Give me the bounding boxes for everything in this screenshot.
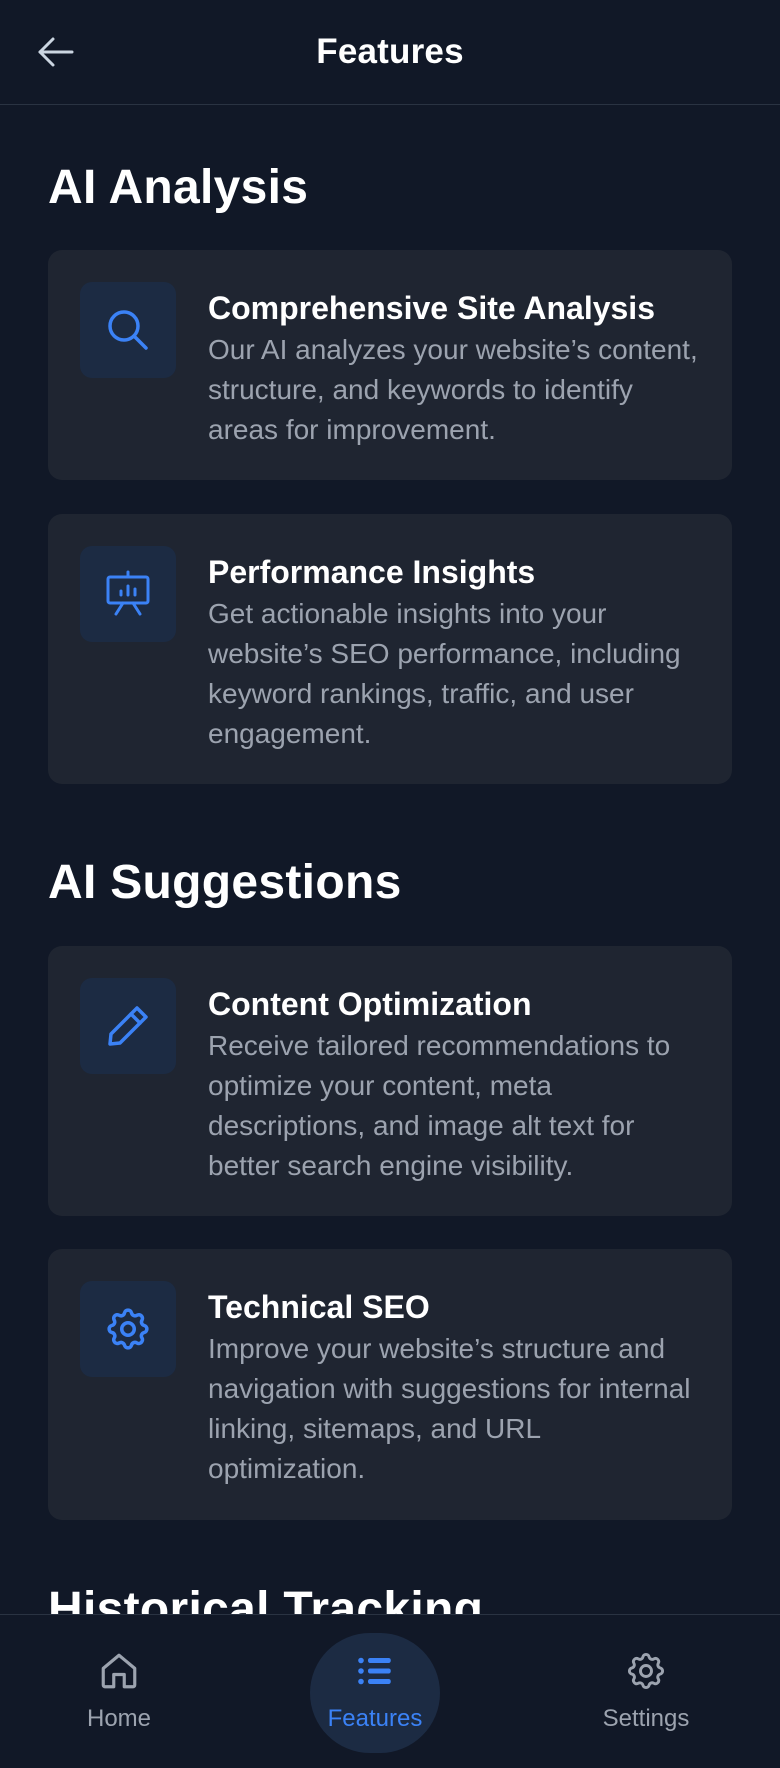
section-title-ai-analysis: AI Analysis	[48, 161, 309, 214]
home-icon	[97, 1649, 141, 1693]
feature-card-technical-seo[interactable]: Technical SEO Improve your website’s str…	[48, 1249, 732, 1520]
feature-card-site-analysis[interactable]: Comprehensive Site Analysis Our AI analy…	[48, 250, 732, 480]
bottom-navigation: Home Features Settings	[0, 1614, 780, 1768]
page-title: Features	[316, 32, 464, 71]
feature-card-performance-insights[interactable]: Performance Insights Get actionable insi…	[48, 514, 732, 784]
nav-label: Settings	[602, 1705, 690, 1732]
list-icon	[353, 1649, 397, 1693]
gear-icon	[107, 1308, 149, 1350]
feature-icon-box	[80, 282, 176, 378]
search-icon	[108, 310, 148, 350]
feature-description: Our AI analyzes your website’s content, …	[208, 334, 698, 445]
presentation-chart-icon	[106, 570, 150, 616]
section-title-historical-tracking: Historical Tracking	[48, 1583, 484, 1614]
feature-icon-box	[80, 978, 176, 1074]
feature-title: Comprehensive Site Analysis	[208, 290, 655, 326]
nav-home[interactable]: Home	[24, 1615, 214, 1768]
nav-label: Features	[327, 1705, 423, 1732]
nav-features[interactable]: Features	[280, 1615, 470, 1768]
pencil-icon	[108, 1006, 148, 1046]
nav-label: Home	[86, 1705, 152, 1732]
feature-card-content-optimization[interactable]: Content Optimization Receive tailored re…	[48, 946, 732, 1216]
feature-icon-box	[80, 546, 176, 642]
feature-title: Performance Insights	[208, 554, 536, 590]
section-title-ai-suggestions: AI Suggestions	[48, 856, 402, 909]
feature-title: Technical SEO	[208, 1289, 430, 1325]
gear-icon	[624, 1649, 668, 1693]
feature-icon-box	[80, 1281, 176, 1377]
feature-description: Improve your website’s structure and nav…	[208, 1333, 691, 1484]
feature-description: Get actionable insights into your websit…	[208, 598, 681, 749]
top-app-bar: Features	[0, 0, 780, 105]
features-content[interactable]: AI Analysis Comprehensive Site Analysis …	[0, 106, 780, 1614]
nav-settings[interactable]: Settings	[551, 1615, 741, 1768]
feature-title: Content Optimization	[208, 986, 532, 1022]
feature-description: Receive tailored recommendations to opti…	[208, 1030, 671, 1181]
